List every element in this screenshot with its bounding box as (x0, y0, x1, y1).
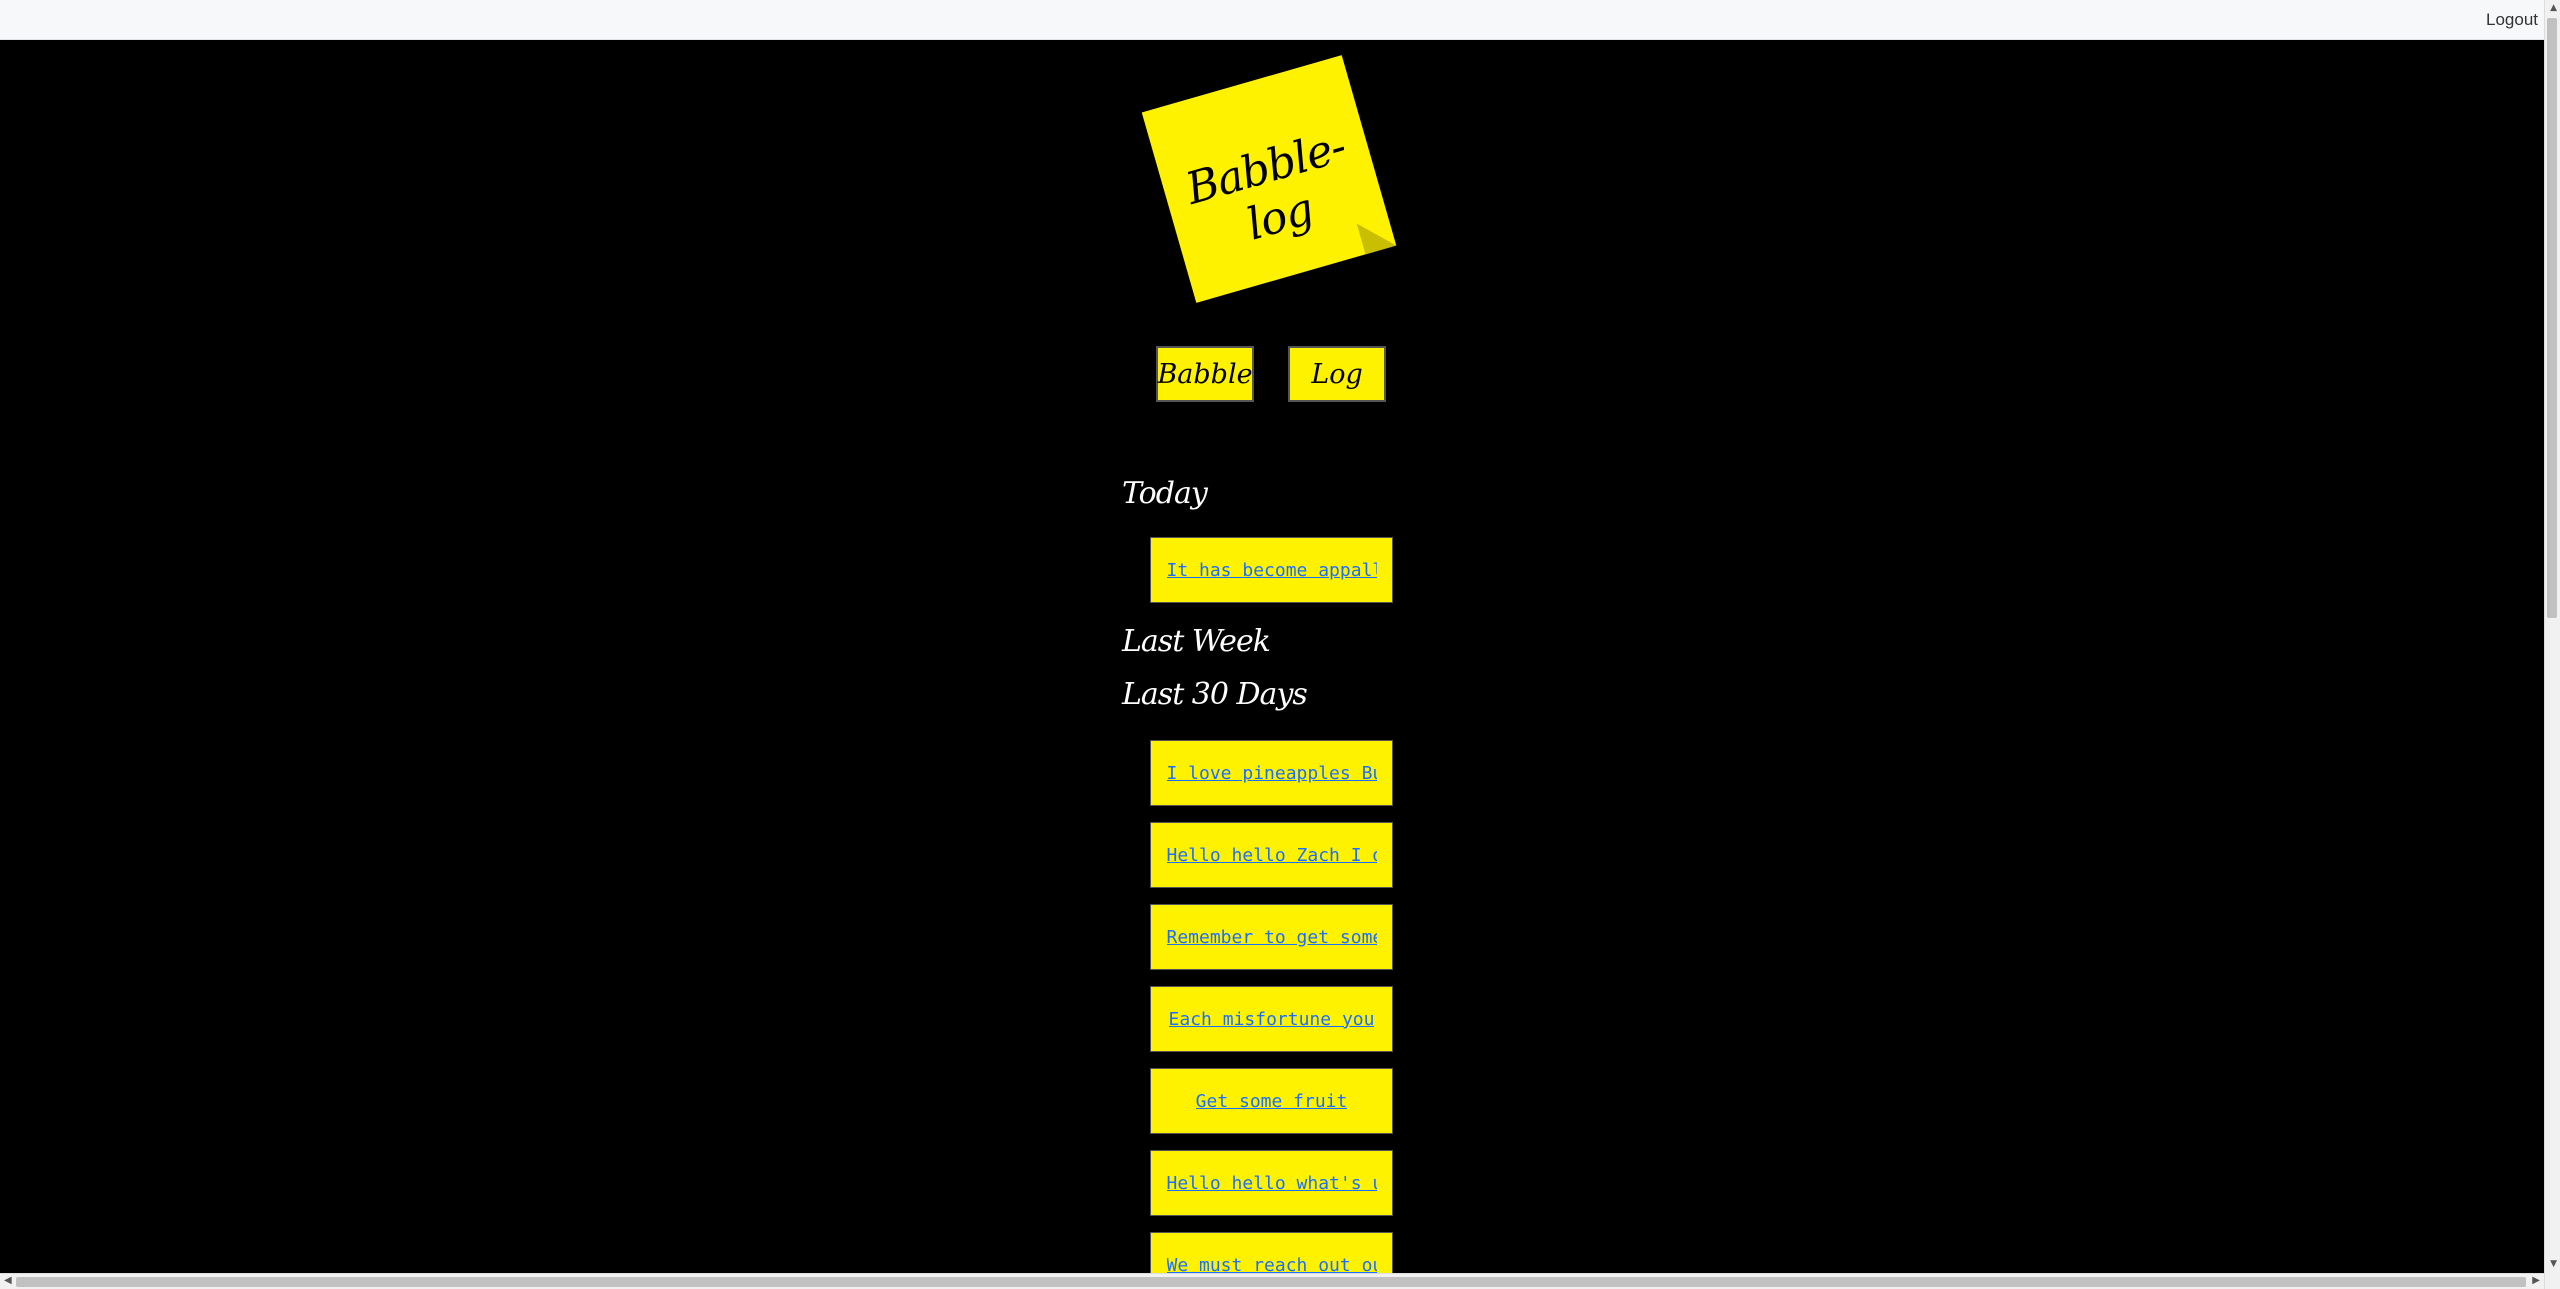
horizontal-scrollbar[interactable]: ◀ ▶ (0, 1273, 2544, 1289)
scroll-right-icon[interactable]: ▶ (2532, 1275, 2540, 1286)
entry-link[interactable]: It has become appall (1167, 560, 1377, 581)
browser-topbar: Logout (0, 0, 2560, 40)
section-today: Today (1122, 476, 1208, 511)
entry-link[interactable]: I love pineapples Bu (1167, 763, 1377, 784)
section-last-week: Last Week (1122, 624, 1271, 659)
entry-link[interactable]: Hello hello Zach I d (1167, 845, 1377, 866)
entry-card[interactable]: Each misfortune you (1150, 986, 1393, 1052)
horizontal-scroll-thumb[interactable] (16, 1277, 2526, 1287)
entry-card[interactable]: It has become appall (1150, 537, 1393, 603)
entry-link[interactable]: Hello hello what's u (1167, 1173, 1377, 1194)
babble-button[interactable]: Babble (1156, 346, 1254, 402)
section-last-30-days: Last 30 Days (1122, 677, 1308, 712)
app-main: Babble-log Babble Log Today It has becom… (0, 40, 2544, 1273)
scroll-left-icon[interactable]: ◀ (4, 1275, 12, 1286)
entry-card[interactable]: Hello hello what's u (1150, 1150, 1393, 1216)
entry-card[interactable]: Remember to get some (1150, 904, 1393, 970)
logout-link[interactable]: Logout (2486, 10, 2538, 30)
entry-card[interactable]: We must reach out ou (1150, 1232, 1393, 1273)
vertical-scroll-thumb[interactable] (2547, 18, 2557, 618)
entry-link[interactable]: We must reach out ou (1167, 1255, 1377, 1274)
scroll-down-icon[interactable]: ▼ (2550, 1259, 2557, 1269)
entry-card[interactable]: Hello hello Zach I d (1150, 822, 1393, 888)
vertical-scrollbar[interactable]: ▲ ▼ (2544, 0, 2560, 1289)
entry-card[interactable]: Get some fruit (1150, 1068, 1393, 1134)
entry-link[interactable]: Remember to get some (1167, 927, 1377, 948)
entry-card[interactable]: I love pineapples Bu (1150, 740, 1393, 806)
entry-link[interactable]: Each misfortune you (1169, 1009, 1375, 1030)
logo-sticky-note: Babble-log (1141, 55, 1397, 303)
log-button[interactable]: Log (1288, 346, 1386, 402)
scroll-up-icon[interactable]: ▲ (2550, 3, 2557, 13)
page-curl (1356, 214, 1397, 255)
entry-link[interactable]: Get some fruit (1196, 1091, 1348, 1112)
logo-title: Babble-log (1180, 120, 1352, 251)
